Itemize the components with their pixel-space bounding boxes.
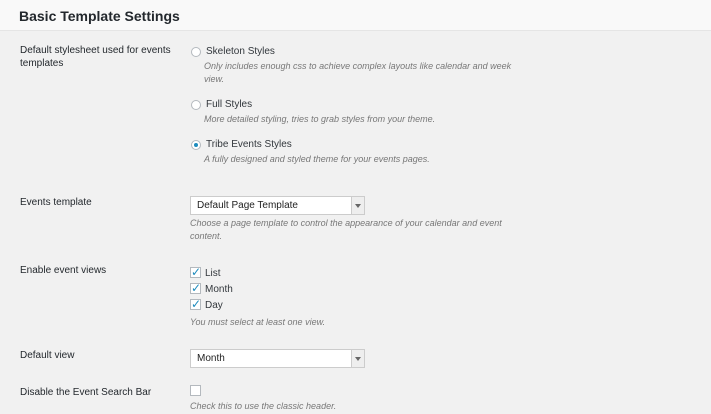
tribe-events-styles-description: A fully designed and styled theme for yo… bbox=[204, 154, 430, 164]
day-view-label[interactable]: Day bbox=[205, 300, 223, 311]
disable-search-bar-checkbox[interactable] bbox=[190, 385, 201, 396]
section-header: Basic Template Settings bbox=[0, 0, 711, 31]
skeleton-styles-radio[interactable] bbox=[191, 47, 201, 57]
day-view-checkbox[interactable]: ✓ bbox=[190, 297, 202, 311]
full-styles-description: More detailed styling, tries to grab sty… bbox=[204, 114, 436, 124]
event-views-description: You must select at least one view. bbox=[190, 317, 326, 327]
chevron-down-icon bbox=[351, 197, 364, 214]
events-template-selected: Default Page Template bbox=[197, 200, 298, 211]
stylesheet-label: Default stylesheet used for events templ… bbox=[20, 45, 171, 69]
tribe-events-styles-radio[interactable] bbox=[191, 140, 201, 150]
checkmark-icon: ✓ bbox=[191, 297, 202, 311]
search-bar-description: Check this to use the classic header. bbox=[190, 401, 337, 411]
section-title: Basic Template Settings bbox=[19, 8, 180, 24]
list-view-label[interactable]: List bbox=[205, 268, 221, 279]
default-view-select[interactable]: Month bbox=[190, 349, 365, 368]
default-view-selected: Month bbox=[197, 353, 225, 364]
month-view-checkbox[interactable]: ✓ bbox=[190, 281, 202, 295]
full-styles-label[interactable]: Full Styles bbox=[206, 99, 252, 110]
full-styles-radio[interactable] bbox=[191, 100, 201, 110]
tribe-events-styles-label[interactable]: Tribe Events Styles bbox=[206, 139, 292, 150]
checkmark-icon: ✓ bbox=[191, 281, 202, 295]
event-views-label: Enable event views bbox=[20, 265, 107, 276]
search-bar-label: Disable the Event Search Bar bbox=[20, 387, 152, 398]
events-template-select[interactable]: Default Page Template bbox=[190, 196, 365, 215]
default-view-label: Default view bbox=[20, 350, 75, 361]
skeleton-styles-label[interactable]: Skeleton Styles bbox=[206, 46, 275, 57]
events-template-label: Events template bbox=[20, 197, 92, 208]
month-view-label[interactable]: Month bbox=[205, 284, 233, 295]
checkmark-icon: ✓ bbox=[191, 265, 202, 279]
chevron-down-icon bbox=[351, 350, 364, 367]
list-view-checkbox[interactable]: ✓ bbox=[190, 265, 202, 279]
skeleton-styles-description: Only includes enough css to achieve comp… bbox=[204, 61, 512, 84]
events-template-description: Choose a page template to control the ap… bbox=[190, 218, 502, 241]
